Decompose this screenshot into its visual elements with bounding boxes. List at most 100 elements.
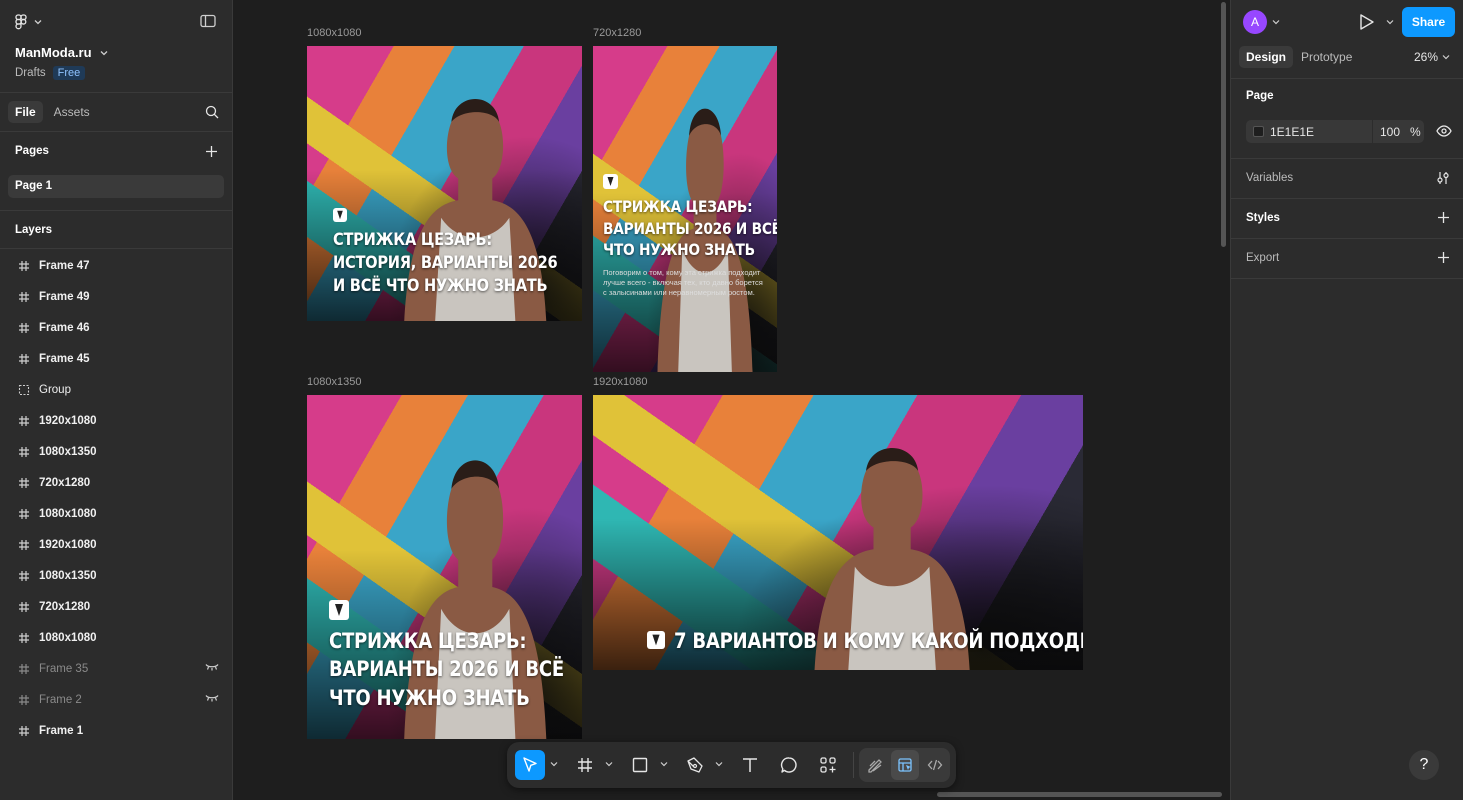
share-button[interactable]: Share	[1402, 7, 1455, 37]
frame-label[interactable]: 1080x1080	[307, 27, 361, 39]
toggle-sidebar-icon[interactable]	[200, 14, 216, 28]
layer-row[interactable]: Frame 45	[0, 343, 233, 374]
frame-icon	[18, 694, 32, 706]
color-swatch[interactable]	[1253, 126, 1264, 137]
shape-tool-button[interactable]	[625, 750, 655, 780]
zoom-dropdown[interactable]: 26%	[1414, 50, 1450, 64]
pen-tool-button[interactable]	[680, 750, 710, 780]
zoom-level: 26%	[1414, 50, 1439, 64]
chevron-down-icon[interactable]	[660, 761, 668, 767]
bottom-toolbar	[507, 742, 956, 788]
toolbar-divider	[853, 752, 854, 778]
design-layout-icon	[897, 757, 913, 773]
layer-row[interactable]: Frame 49	[0, 281, 233, 312]
actions-tool-button[interactable]	[813, 750, 843, 780]
frame-label[interactable]: 720x1280	[593, 27, 641, 39]
frame-title: 7 ВАРИАНТОВ И КОМУ КАКОЙ ПОДХОДИТ	[674, 629, 1083, 653]
chevron-down-icon[interactable]	[715, 761, 723, 767]
user-menu-button[interactable]: A	[1243, 10, 1280, 34]
eye-visibility-icon[interactable]	[1436, 125, 1452, 137]
variables-sliders-icon[interactable]	[1436, 171, 1450, 185]
layer-row[interactable]: 1080x1080	[0, 498, 233, 529]
page-color-hex[interactable]: 1E1E1E	[1270, 125, 1314, 139]
layer-row[interactable]: 1920x1080	[0, 529, 233, 560]
brand-logo-icon	[603, 174, 618, 189]
move-tool-button[interactable]	[515, 750, 545, 780]
avatar: A	[1243, 10, 1267, 34]
page-color-opacity[interactable]: 100	[1380, 125, 1400, 139]
frame-icon	[18, 322, 32, 334]
design-mode-button[interactable]	[891, 750, 919, 780]
add-export-plus-icon[interactable]	[1437, 251, 1450, 264]
layer-row[interactable]: Frame 2	[0, 684, 233, 715]
location-label[interactable]: Drafts	[15, 67, 46, 79]
layer-row[interactable]: 1920x1080	[0, 405, 233, 436]
layer-row[interactable]: Frame 47	[0, 250, 233, 281]
add-page-plus-icon[interactable]	[205, 145, 218, 158]
layer-name: Frame 35	[39, 662, 89, 675]
frame-title: СТРИЖКА ЦЕЗАРЬ: ВАРИАНТЫ 2026 И ВСЁ ЧТО …	[329, 629, 564, 710]
layer-name: Frame 2	[39, 693, 82, 706]
layer-name: 720x1280	[39, 600, 91, 613]
layer-row[interactable]: 1080x1350	[0, 436, 233, 467]
comment-bubble-icon	[780, 756, 798, 774]
frame-label[interactable]: 1080x1350	[307, 376, 361, 388]
layer-row[interactable]: Frame 46	[0, 312, 233, 343]
frame-icon	[18, 539, 32, 551]
group-icon	[18, 384, 32, 396]
draw-squiggle-icon	[867, 757, 883, 773]
frame-label[interactable]: 1920x1080	[593, 376, 647, 388]
hidden-eye-closed-icon[interactable]	[205, 663, 219, 671]
main-menu-button[interactable]	[15, 14, 42, 30]
help-button[interactable]: ?	[1409, 750, 1439, 780]
layer-row[interactable]: Group	[0, 374, 233, 405]
tab-design[interactable]: Design	[1239, 46, 1294, 68]
brand-logo-icon	[333, 208, 347, 222]
frame-1080x1080[interactable]: СТРИЖКА ЦЕЗАРЬ: ИСТОРИЯ, ВАРИАНТЫ 2026 И…	[307, 46, 582, 321]
chevron-down-icon[interactable]	[605, 761, 613, 767]
comment-tool-button[interactable]	[774, 750, 804, 780]
hash-frame-icon	[577, 757, 593, 773]
draw-mode-button[interactable]	[861, 750, 889, 780]
layer-name: 1080x1350	[39, 569, 97, 582]
left-sidebar: ManModa.ru Drafts Free File Assets Pages…	[0, 0, 233, 800]
vertical-scrollbar[interactable]	[1221, 2, 1226, 247]
project-name-button[interactable]: ManModa.ru	[15, 45, 108, 60]
layer-name: Frame 1	[39, 724, 84, 737]
layer-name: Frame 47	[39, 259, 90, 272]
frame-1080x1350[interactable]: СТРИЖКА ЦЕЗАРЬ: ВАРИАНТЫ 2026 И ВСЁ ЧТО …	[307, 395, 582, 739]
tab-file[interactable]: File	[8, 101, 43, 123]
layer-name: 1920x1080	[39, 414, 97, 427]
tab-assets[interactable]: Assets	[54, 105, 90, 119]
frame-720x1280[interactable]: СТРИЖКА ЦЕЗАРЬ: ВАРИАНТЫ 2026 И ВСЁ ЧТО …	[593, 46, 777, 372]
right-properties-panel: A Share Design Prototype 26% Page 1E1E1E…	[1230, 0, 1463, 800]
frame-icon	[18, 415, 32, 427]
frame-icon	[18, 291, 32, 303]
page-color-field[interactable]: 1E1E1E 100 %	[1246, 120, 1424, 143]
frame-icon	[18, 570, 32, 582]
hidden-eye-closed-icon[interactable]	[205, 694, 219, 702]
frame-icon	[18, 725, 32, 737]
layer-row[interactable]: 1080x1350	[0, 560, 233, 591]
frame-1920x1080[interactable]: 7 ВАРИАНТОВ И КОМУ КАКОЙ ПОДХОДИТ	[593, 395, 1083, 670]
layer-row[interactable]: Frame 1	[0, 715, 233, 746]
layer-row[interactable]: 1080x1080	[0, 622, 233, 653]
search-icon[interactable]	[205, 105, 219, 119]
frame-tool-button[interactable]	[570, 750, 600, 780]
styles-section-title: Styles	[1246, 212, 1280, 224]
chevron-down-icon[interactable]	[550, 761, 558, 767]
layer-row[interactable]: Frame 35	[0, 653, 233, 684]
layer-row[interactable]: 720x1280	[0, 467, 233, 498]
dev-mode-button[interactable]	[921, 750, 949, 780]
text-tool-button[interactable]	[735, 750, 765, 780]
page-item-page-1[interactable]: Page 1	[8, 175, 224, 198]
present-play-icon[interactable]	[1359, 13, 1375, 31]
horizontal-scrollbar[interactable]	[937, 792, 1222, 797]
chevron-down-icon[interactable]	[1386, 19, 1394, 25]
chevron-down-icon	[34, 19, 42, 25]
add-style-plus-icon[interactable]	[1437, 211, 1450, 224]
layer-row[interactable]: 720x1280	[0, 591, 233, 622]
chevron-down-icon	[100, 50, 108, 56]
canvas[interactable]: 1080x1080 СТРИЖКА ЦЕЗАРЬ: ИСТОРИЯ, ВАРИА…	[234, 0, 1230, 800]
tab-prototype[interactable]: Prototype	[1301, 50, 1352, 64]
